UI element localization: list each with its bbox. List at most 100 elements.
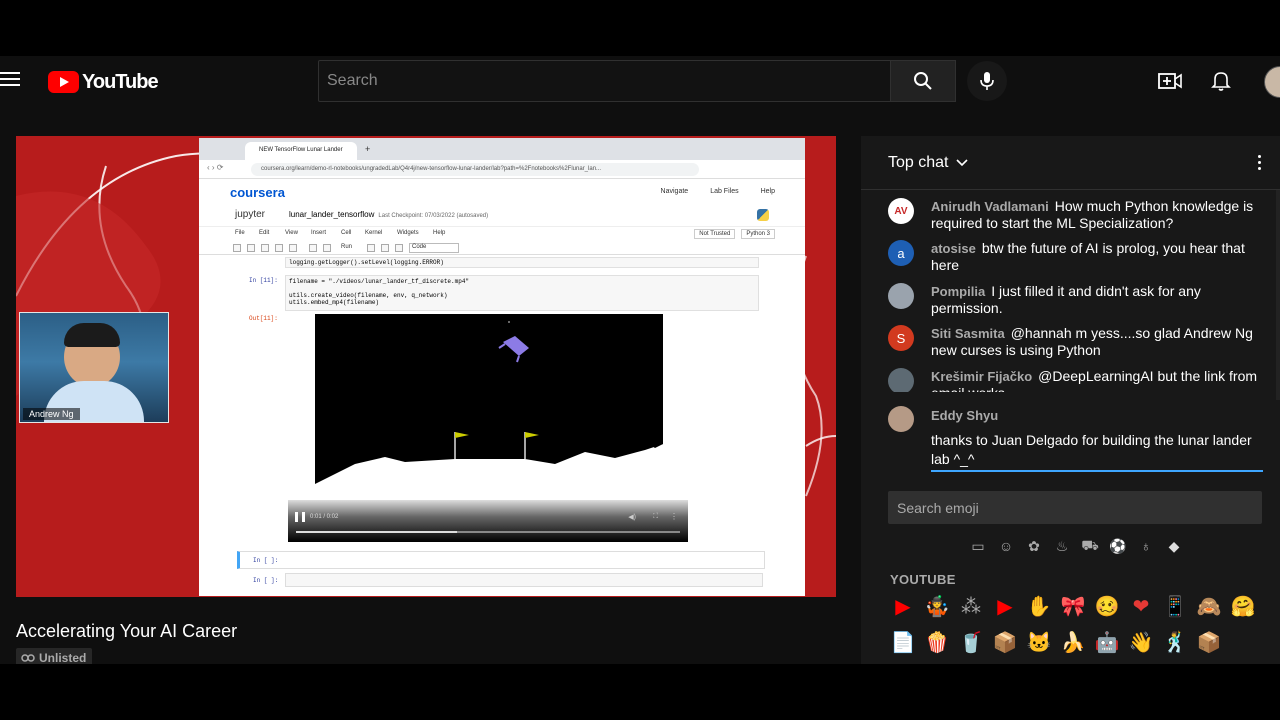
objects-icon[interactable]: ♁ — [1137, 537, 1155, 555]
chat-author: Pompilia — [931, 284, 986, 299]
emoji[interactable]: 📄 — [890, 630, 916, 656]
coursera-link-lab-files: Lab Files — [710, 188, 739, 195]
chat-message: a atosise btw the future of AI is prolog,… — [888, 240, 1268, 274]
notebook-checkpoint: Last Checkpoint: 07/03/2022 (autosaved) — [378, 213, 489, 219]
webcam-name: Andrew Ng — [23, 408, 80, 420]
menu-help: Help — [433, 230, 446, 236]
avatar — [888, 368, 914, 392]
chat-message: Krešimir Fijačko @DeepLearningAI but the … — [888, 368, 1268, 392]
search-input[interactable] — [318, 60, 891, 102]
chat-author: Krešimir Fijačko — [931, 369, 1033, 384]
emoji[interactable]: 🥴 — [1094, 594, 1120, 620]
travel-icon[interactable]: ⛟ — [1081, 537, 1099, 555]
trust-badge: Not Trusted — [694, 229, 736, 239]
emoji[interactable]: ▶ — [890, 594, 916, 620]
emoji[interactable]: 🙈 — [1196, 594, 1222, 620]
chat-header: Top chat — [861, 136, 1280, 190]
emoji-search-input[interactable] — [888, 491, 1262, 524]
youtube-icon[interactable]: ▭ — [969, 537, 987, 555]
chat-message: Pompilia I just filled it and didn't ask … — [888, 283, 1268, 317]
chat-input[interactable]: thanks to Juan Delgado for building the … — [931, 431, 1263, 469]
lander-leg-right — [516, 355, 520, 363]
emoji[interactable]: 🍿 — [924, 630, 950, 656]
fullscreen-icon: ⛶ — [653, 513, 658, 520]
emoji[interactable]: 🤗 — [1230, 594, 1256, 620]
emoji-grid: ▶ 🤹 ⁂ ▶ ✋ 🎀 🥴 ❤ 📱 🙈 🤗 📄 🍿 🥤 📦 🐱 🍌 🤖 👋 🕺 … — [890, 594, 1275, 656]
chat-mode-label: Top chat — [888, 154, 949, 171]
chat-author: atosise — [931, 241, 976, 256]
jupyter-logo: jupyter — [235, 209, 266, 220]
search-button[interactable] — [890, 60, 956, 102]
voice-search-button[interactable] — [967, 61, 1007, 101]
activity-icon[interactable]: ⚽ — [1109, 537, 1127, 555]
emoji[interactable]: 🤹 — [924, 594, 950, 620]
browser-address-bar: ‹ › ⟳ coursera.org/learn/demo-rl-noteboo… — [199, 160, 805, 179]
prompt-in-11: In [11]: — [249, 277, 278, 284]
emoji[interactable]: 🎀 — [1060, 594, 1086, 620]
emoji[interactable]: ▶ — [992, 594, 1018, 620]
emoji-section-title: YOUTUBE — [890, 572, 956, 587]
menu-kernel: Kernel — [365, 230, 383, 236]
create-icon[interactable] — [1157, 68, 1183, 94]
new-tab-icon: + — [365, 144, 371, 154]
compose-author: Eddy Shyu — [931, 408, 999, 423]
chat-text: btw the future of AI is prolog, you hear… — [931, 240, 1245, 273]
particle — [508, 321, 510, 323]
emoji[interactable]: ✋ — [1026, 594, 1052, 620]
emoji[interactable]: 🕺 — [1162, 630, 1188, 656]
notifications-icon[interactable] — [1208, 68, 1234, 94]
symbols-icon[interactable]: ◆ — [1165, 537, 1183, 555]
emoji[interactable]: 🥤 — [958, 630, 984, 656]
lander-body — [503, 336, 529, 356]
menu-view: View — [285, 230, 298, 236]
emoji[interactable]: 👋 — [1128, 630, 1154, 656]
jupyter-menu: File Edit View Insert Cell Kernel Widget… — [199, 227, 805, 241]
more-icon: ⋮ — [670, 512, 678, 521]
search-icon — [914, 72, 932, 90]
browser-tabstrip: NEW TensorFlow Lunar Lander + — [199, 138, 805, 160]
youtube-logo[interactable]: YouTube — [48, 70, 159, 94]
chat-scrollbar[interactable] — [1276, 190, 1280, 400]
emoji[interactable]: ⁂ — [958, 594, 984, 620]
nav-icons: ‹ › ⟳ — [207, 163, 224, 172]
smiley-icon[interactable]: ☺ — [997, 537, 1015, 555]
compose-avatar — [888, 406, 914, 432]
notebook-title: lunar_lander_tensorflow Last Checkpoint: … — [289, 210, 488, 219]
chat-more-icon[interactable] — [1258, 155, 1262, 171]
jupyter-header: jupyter lunar_lander_tensorflow Last Chec… — [199, 205, 805, 227]
youtube-play-icon — [48, 71, 79, 93]
emoji[interactable]: 🐱 — [1026, 630, 1052, 656]
prompt-empty-1: In [ ]: — [253, 557, 279, 564]
volume-icon: ◀) — [628, 514, 636, 521]
emoji[interactable]: ❤ — [1128, 594, 1154, 620]
food-icon[interactable]: ♨ — [1053, 537, 1071, 555]
menu-edit: Edit — [259, 230, 270, 236]
emoji[interactable]: 🤖 — [1094, 630, 1120, 656]
avatar: AV — [888, 198, 914, 224]
emoji[interactable]: 🍌 — [1060, 630, 1086, 656]
avatar — [888, 283, 914, 309]
toolbar-celltype: Code — [409, 243, 459, 253]
avatar: S — [888, 325, 914, 351]
video-title: Accelerating Your AI Career — [16, 621, 238, 641]
emoji[interactable]: 📦 — [1196, 630, 1222, 656]
account-avatar[interactable] — [1264, 66, 1280, 98]
unlisted-label: Unlisted — [39, 651, 87, 664]
browser-tab: NEW TensorFlow Lunar Lander — [245, 142, 357, 160]
live-chat: Top chat AV Anirudh Vadlamani How much Py… — [861, 136, 1280, 664]
menu-cell: Cell — [341, 230, 352, 236]
chat-author: Anirudh Vadlamani — [931, 199, 1049, 214]
lunar-lander-video — [315, 314, 663, 486]
menu-insert: Insert — [311, 230, 327, 236]
menu-widgets: Widgets — [397, 230, 419, 236]
nature-icon[interactable]: ✿ — [1025, 537, 1043, 555]
chat-mode-dropdown[interactable]: Top chat — [888, 154, 969, 172]
pause-icon — [295, 512, 305, 522]
notebook-name: lunar_lander_tensorflow — [289, 210, 375, 219]
menu-icon[interactable] — [0, 72, 22, 90]
empty-cell-1 — [237, 551, 765, 569]
emoji[interactable]: 📦 — [992, 630, 1018, 656]
video-player[interactable]: Andrew Ng NEW TensorFlow Lunar Lander + … — [16, 136, 836, 597]
chevron-down-icon — [956, 159, 969, 167]
emoji[interactable]: 📱 — [1162, 594, 1188, 620]
